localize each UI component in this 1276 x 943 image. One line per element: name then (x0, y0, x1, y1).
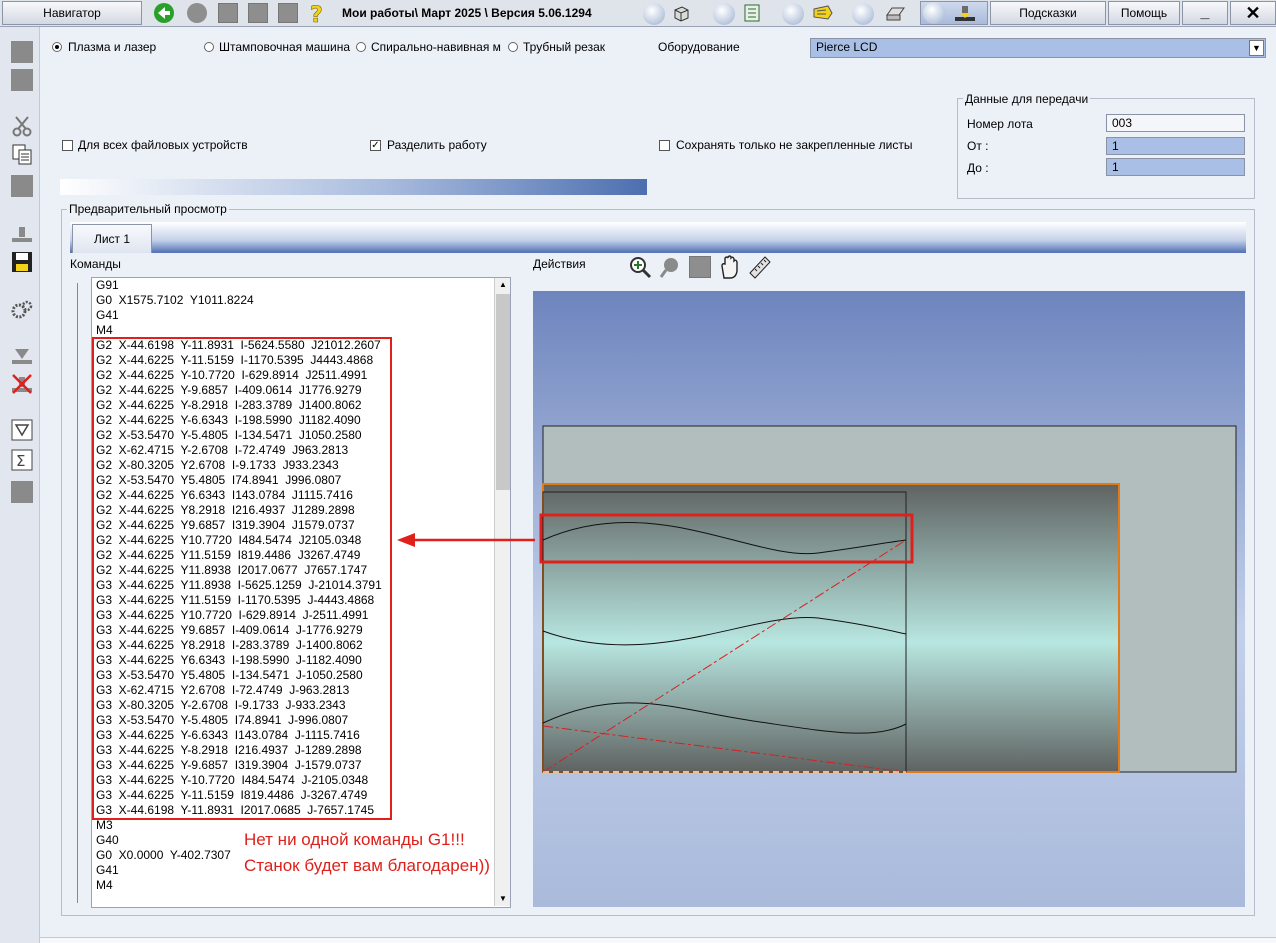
filter-down-icon[interactable] (11, 419, 33, 441)
chevron-down-icon[interactable]: ▼ (1249, 40, 1264, 56)
globe-icon (782, 3, 804, 25)
svg-text:Σ: Σ (16, 452, 25, 470)
command-row[interactable]: G0 X1575.7102 Y1011.8224 (92, 293, 492, 308)
report-icon[interactable] (742, 3, 762, 23)
paste-icon[interactable] (11, 175, 33, 197)
scroll-down-arrow-icon[interactable]: ▼ (496, 892, 510, 906)
radio-pipe-label: Трубный резак (523, 40, 606, 54)
close-button[interactable]: ✕ (1230, 1, 1276, 25)
radio-plasma[interactable] (52, 42, 62, 52)
radio-pipe[interactable] (508, 42, 518, 52)
checkbox-split-work-label: Разделить работу (387, 138, 487, 152)
actions-label: Действия (533, 257, 586, 271)
checkbox-save-unlocked-label: Сохранять только не закрепленные листы (676, 138, 913, 152)
help-question-icon[interactable]: ? (306, 3, 328, 29)
commands-scrollbar[interactable]: ▲ ▼ (494, 278, 510, 906)
plate-orange (542, 483, 1120, 773)
equipment-label: Оборудование (658, 40, 740, 54)
from-field[interactable]: 1 (1106, 137, 1245, 155)
checkbox-split-work[interactable]: ✓ (370, 140, 381, 151)
machine-icon[interactable] (11, 345, 33, 367)
help-button[interactable]: Помощь (1108, 1, 1180, 25)
annotation-line-1: Нет ни одной команды G1!!! (244, 830, 465, 849)
cube-icon[interactable] (671, 3, 691, 23)
machine-download-icon (955, 6, 975, 21)
commands-label: Команды (70, 257, 121, 271)
svg-text:?: ? (310, 3, 323, 25)
transfer-nc-button[interactable] (920, 1, 988, 25)
sum-icon[interactable]: Σ (11, 449, 33, 471)
preview-drawing (539, 425, 1237, 773)
globe-icon (923, 2, 945, 24)
command-row[interactable]: M4 (92, 323, 492, 338)
scroll-up-arrow-icon[interactable]: ▲ (496, 278, 510, 292)
tab-sheet-1[interactable]: Лист 1 (72, 224, 152, 253)
top-toolbar: Навигатор ? Мои работы\ Март 2025 \ Верс… (0, 0, 1276, 29)
minimize-button[interactable]: _ (1182, 1, 1228, 25)
tree-line (77, 283, 78, 903)
equipment-select-value: Pierce LCD (816, 40, 878, 54)
to-label: До : (967, 161, 989, 175)
radio-stamping[interactable] (204, 42, 214, 52)
forward-circle-icon[interactable] (187, 3, 207, 23)
command-row[interactable]: M4 (92, 878, 492, 893)
zoom-out-icon[interactable] (659, 255, 683, 279)
preview-title: Предварительный просмотр (67, 202, 229, 216)
equipment-select[interactable]: Pierce LCD ▼ (810, 38, 1266, 58)
progress-bar (60, 179, 647, 195)
new-file-icon[interactable] (11, 41, 33, 63)
preview-canvas[interactable] (533, 291, 1245, 907)
left-toolbar: Σ (0, 27, 40, 943)
globe-icon (852, 3, 874, 25)
scrollbar-thumb[interactable] (496, 294, 510, 490)
grey-square-icon[interactable] (11, 481, 33, 503)
lot-number-field[interactable]: 003 (1106, 114, 1245, 132)
status-strip (40, 937, 1276, 943)
checkbox-save-unlocked[interactable] (659, 140, 670, 151)
machine-delete-icon[interactable] (11, 373, 33, 395)
checkbox-all-devices-label: Для всех файловых устройств (78, 138, 248, 152)
back-arrow-icon[interactable] (154, 3, 174, 23)
lot-number-label: Номер лота (967, 117, 1033, 131)
settings-gears-icon[interactable] (11, 299, 33, 321)
scissors-icon[interactable] (11, 115, 33, 137)
edit-icon[interactable] (11, 69, 33, 91)
from-label: От : (967, 139, 989, 153)
annotation-arrow (397, 533, 535, 547)
globe-icon (643, 3, 665, 25)
toolbar-square-icon[interactable] (278, 3, 298, 23)
to-field[interactable]: 1 (1106, 158, 1245, 176)
radio-plasma-label: Плазма и лазер (68, 40, 157, 54)
radio-stamping-label: Штамповочная машина (219, 40, 351, 54)
zoom-in-icon[interactable] (628, 255, 652, 279)
ruler-icon[interactable] (747, 254, 773, 280)
commands-highlight-box (92, 337, 392, 820)
label-tag-icon[interactable] (812, 3, 833, 23)
breadcrumb: Мои работы\ Март 2025 \ Версия 5.06.1294 (342, 6, 592, 20)
pan-hand-icon[interactable] (718, 254, 742, 280)
printer-icon[interactable] (884, 3, 905, 23)
globe-icon (713, 3, 735, 25)
save-disk-icon[interactable] (11, 251, 33, 273)
transfer-data-title: Данные для передачи (963, 92, 1091, 106)
checkbox-all-devices[interactable] (62, 140, 73, 151)
toolbar-square-icon[interactable] (248, 3, 268, 23)
radio-spiral-label: Спирально-навивная м (371, 40, 501, 54)
radio-spiral[interactable] (356, 42, 366, 52)
sheet-tab-strip (70, 222, 1246, 253)
command-row[interactable]: G91 (92, 278, 492, 293)
machine-load-icon[interactable] (11, 223, 33, 245)
navigator-button[interactable]: Навигатор (2, 1, 142, 25)
annotation-line-2: Станок будет вам благодарен)) (244, 856, 490, 875)
copy-icon[interactable] (11, 143, 33, 165)
toolbar-square-icon[interactable] (218, 3, 238, 23)
hints-button[interactable]: Подсказки (990, 1, 1106, 25)
fit-view-icon[interactable] (689, 256, 711, 278)
command-row[interactable]: G41 (92, 308, 492, 323)
